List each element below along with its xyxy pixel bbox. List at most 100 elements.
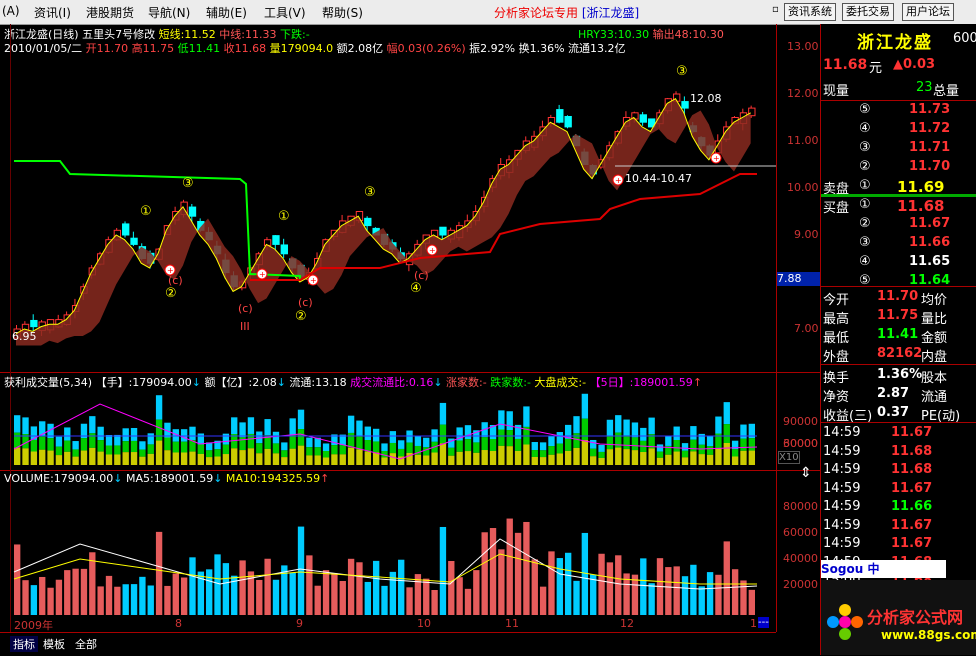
menu-hk-futures[interactable]: 港股期货	[86, 4, 134, 21]
vol-bar	[598, 457, 605, 465]
wave-label: (c)	[168, 274, 183, 287]
volume-bar	[398, 559, 405, 615]
vol-bar	[448, 447, 455, 456]
vol-bar	[656, 444, 664, 452]
vol-bar	[322, 451, 330, 458]
vol-bar	[414, 435, 422, 446]
vol-bar	[389, 442, 397, 454]
volume-bar	[731, 569, 739, 615]
scroll-indicator[interactable]: ---	[758, 617, 769, 628]
vol-bar	[147, 444, 154, 454]
vol-scale-label: X10	[778, 451, 800, 464]
resize-handle-icon[interactable]: ⇕	[800, 465, 812, 481]
volume-bar	[130, 584, 138, 615]
minimize-icon[interactable]: ▫	[772, 4, 782, 16]
vol-bar	[706, 454, 714, 465]
stat-row: 最高 11.75 量比	[823, 308, 948, 327]
forum-button[interactable]: 用户论坛	[902, 3, 954, 21]
volume-bar	[448, 561, 455, 615]
time-axis-label: 8	[175, 617, 182, 630]
volume-bar	[356, 562, 363, 615]
vol-bar	[122, 428, 129, 442]
volume-bar	[698, 586, 705, 615]
peak-price-label: 12.08	[690, 92, 722, 105]
vol-bar	[631, 450, 639, 465]
vol-bar	[147, 433, 154, 445]
volume-bar	[239, 560, 246, 615]
vol-bar	[222, 454, 230, 465]
vol-bar	[656, 457, 664, 465]
vol-bar	[189, 451, 196, 465]
vol-bar	[297, 429, 305, 446]
vol-bar	[489, 450, 497, 465]
current-volume: 23	[916, 80, 933, 95]
volume-bar	[464, 588, 472, 615]
vol-bar	[448, 455, 455, 465]
vol-bar	[581, 418, 589, 441]
menu-assist[interactable]: 辅助(E)	[206, 4, 247, 21]
volume-bar	[89, 552, 96, 615]
vol-bar	[623, 435, 630, 450]
vol-bar	[39, 436, 46, 450]
menu-bar: (A) 资讯(I) 港股期货 导航(N) 辅助(E) 工具(V) 帮助(S) 分…	[0, 0, 976, 25]
volume-bar	[331, 573, 338, 615]
menu-news[interactable]: 资讯(I)	[34, 4, 71, 21]
buy-signal-marker: +	[310, 276, 317, 285]
volume-bar	[172, 573, 179, 615]
vol-bar	[22, 448, 29, 465]
volume-bar	[30, 585, 38, 615]
vol-bar	[97, 426, 104, 441]
volume-bar	[423, 578, 430, 615]
axis-divider	[776, 24, 777, 632]
menu-tools[interactable]: 工具(V)	[264, 4, 306, 21]
vol-bar	[539, 442, 547, 451]
candle-body	[556, 109, 564, 123]
trade-button[interactable]: 委托交易	[842, 3, 894, 21]
logo-text: 分析家公式网	[867, 608, 964, 627]
menu-icon-a[interactable]: (A)	[2, 4, 20, 18]
tab-template[interactable]: 模板	[40, 636, 68, 652]
vol-bar	[431, 452, 438, 465]
vol-bar	[322, 443, 330, 452]
vol-bar	[581, 440, 589, 465]
volume-bar	[39, 576, 46, 615]
tab-indicator[interactable]: 指标	[10, 636, 38, 652]
volume-bar	[372, 560, 380, 615]
volume-bar	[514, 532, 522, 615]
volume-bar	[531, 559, 538, 615]
volume-bar	[498, 549, 505, 615]
menu-navigation[interactable]: 导航(N)	[148, 4, 190, 21]
vol-bar	[130, 452, 138, 465]
vol-bar	[706, 446, 714, 455]
news-system-button[interactable]: 资讯系统	[784, 3, 836, 21]
vol-bar	[39, 449, 46, 465]
menu-help[interactable]: 帮助(S)	[322, 4, 363, 21]
vol-bar	[506, 446, 513, 465]
ime-toolbar[interactable]: Sogou 中	[821, 560, 946, 578]
vol-bar	[122, 441, 129, 453]
vol-bar	[681, 450, 689, 458]
vol-bar	[239, 422, 246, 438]
volume-bar	[740, 580, 747, 615]
vol-bar	[247, 448, 255, 465]
vol-bar	[615, 447, 622, 465]
vol-bar	[114, 454, 121, 465]
buy-order-row: ③ 11.66	[859, 235, 951, 250]
vol-bar	[239, 450, 246, 465]
vol-bar	[331, 454, 338, 465]
volume-bar	[180, 577, 188, 615]
window-title: 分析家论坛专用 [浙江龙盛]	[494, 6, 640, 20]
volume-bar	[473, 570, 480, 615]
vol-bar	[381, 443, 388, 451]
vol-bar	[673, 451, 680, 465]
volume-bar	[55, 579, 63, 615]
volume-bar	[339, 581, 346, 615]
candle-body	[122, 223, 130, 236]
vol-bar	[498, 429, 505, 446]
wave-label: ③	[182, 176, 194, 191]
volume-bar	[606, 562, 614, 615]
tab-all[interactable]: 全部	[72, 636, 100, 652]
wave-label: (c)	[414, 269, 429, 282]
vol-bar	[523, 444, 530, 465]
vol-bar	[715, 448, 722, 465]
